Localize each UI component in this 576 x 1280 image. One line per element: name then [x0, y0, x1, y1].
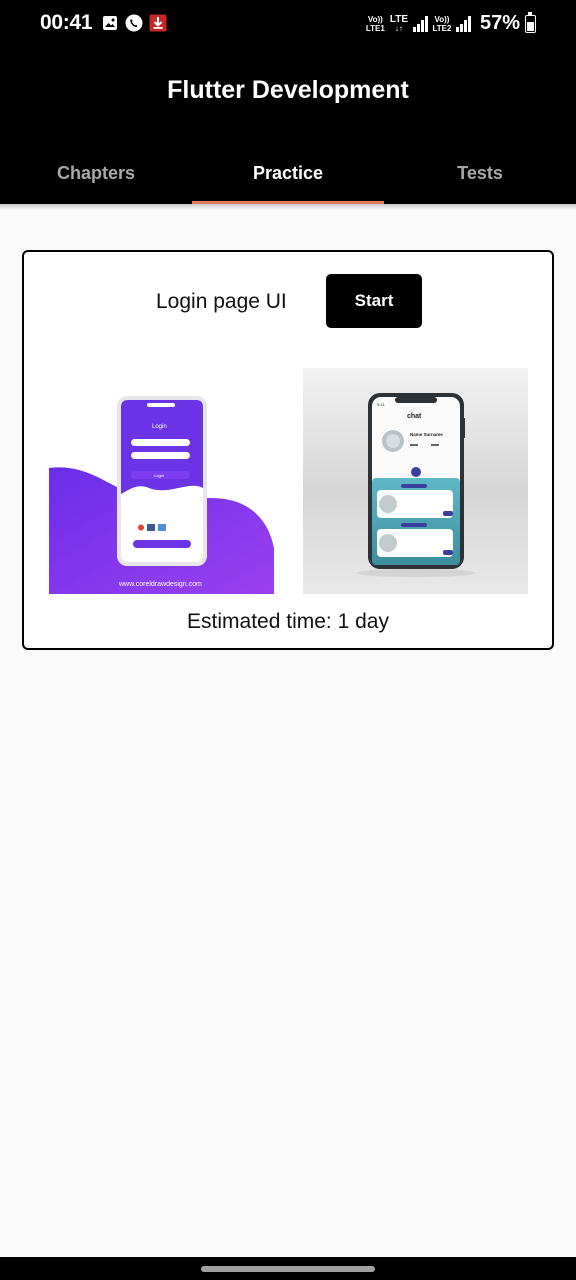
tab-chapters[interactable]: Chapters	[0, 142, 192, 204]
gesture-nav-bar	[0, 1257, 576, 1280]
app-bar: Flutter Development Chapters Practice Te…	[0, 50, 576, 204]
tab-bar: Chapters Practice Tests	[0, 142, 576, 204]
sim1-volte-label: Vo))	[367, 14, 383, 24]
lte-label: LTE	[389, 13, 408, 25]
status-system-icons: Vo)) LTE1 LTE ↓↑ Vo)) LTE2 57%	[366, 11, 536, 35]
signal-icon	[413, 15, 428, 32]
sim2-volte-indicator: Vo)) LTE2	[433, 15, 452, 33]
gallery-icon	[101, 14, 119, 32]
start-button[interactable]: Start	[326, 274, 422, 328]
login-mock-url: www.coreldrawdesign.com	[118, 581, 202, 588]
page-title: Flutter Development	[167, 76, 409, 104]
home-gesture-handle[interactable]	[201, 1266, 375, 1272]
estimated-time: Estimated time: 1 day	[187, 610, 389, 633]
phone-call-icon	[125, 14, 143, 32]
download-icon	[149, 14, 167, 32]
battery-icon	[525, 11, 536, 33]
practice-card: Login page UI Start Login Login www.core…	[22, 250, 554, 650]
practice-title: Login page UI	[156, 290, 287, 313]
status-notification-icons	[101, 14, 167, 32]
chat-mock-name: Name Surname	[410, 432, 443, 437]
tab-tests[interactable]: Tests	[384, 142, 576, 204]
chat-mock-time: 9:41	[377, 402, 386, 407]
sim1-volte-indicator: Vo)) LTE1	[366, 15, 385, 33]
app-bar-shadow	[0, 204, 576, 210]
sim1-lte-label: LTE1	[365, 23, 385, 33]
chat-ui-preview-image: 9:41 chat Name Surname	[303, 368, 528, 594]
data-arrows: ↓↑	[394, 23, 403, 33]
login-mock-button: Login	[154, 473, 164, 478]
sim2-lte-label: LTE2	[432, 23, 452, 33]
sim2-volte-label: Vo))	[434, 14, 450, 24]
signal-icon	[456, 15, 471, 32]
login-mock-heading: Login	[152, 424, 167, 430]
status-time: 00:41	[40, 11, 93, 34]
status-bar: 00:41 Vo)) LTE1 LTE ↓↑ Vo)) LTE2 57%	[0, 0, 576, 50]
login-ui-preview-image: Login Login www.coreldrawdesign.com	[49, 368, 274, 594]
lte-data-indicator: LTE ↓↑	[389, 13, 408, 33]
battery-percent: 57%	[479, 12, 520, 34]
chat-mock-heading: chat	[407, 413, 422, 420]
tab-practice[interactable]: Practice	[192, 142, 384, 204]
